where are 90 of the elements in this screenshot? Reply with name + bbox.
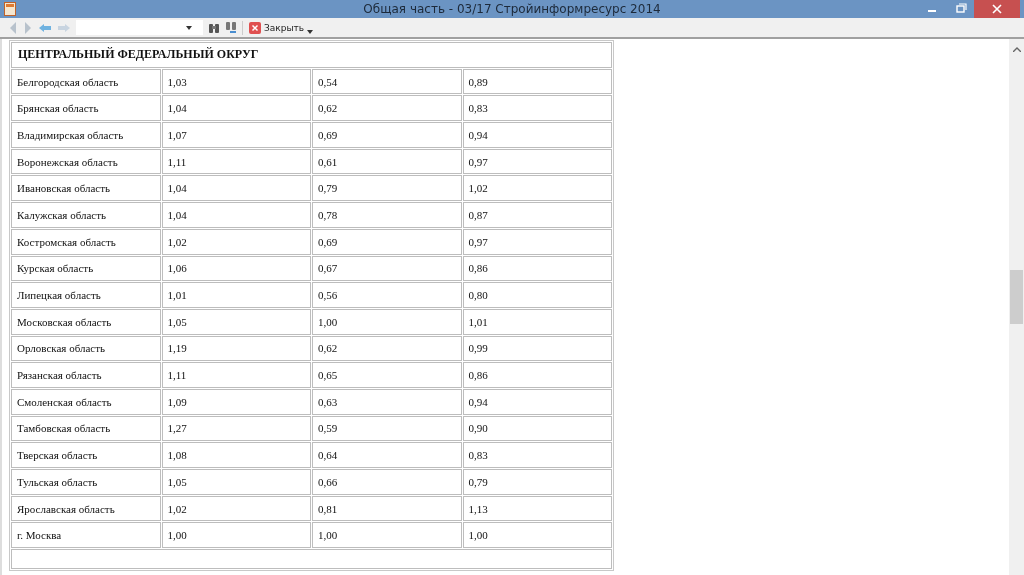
table-cell: 1,01 [161,282,311,308]
section-heading: ЦЕНТРАЛЬНЫЙ ФЕДЕРАЛЬНЫЙ ОКРУГ [11,42,612,68]
table-cell: 1,00 [312,308,462,335]
table-cell: 0,94 [462,388,612,415]
table-cell: Владимирская область [11,122,161,148]
table-cell: Ивановская область [11,175,161,202]
window-title: Общая часть - 03/17 Стройинформресурс 2014 [363,2,661,16]
table-cell: 0,69 [312,122,462,148]
close-icon [249,21,261,34]
table-cell: 0,87 [462,202,612,228]
table-cell: 1,19 [161,335,311,362]
table-cell: Тверская область [11,442,161,468]
table-cell: Рязанская область [11,362,161,388]
table-cell: Липецкая область [11,282,161,308]
scroll-up-icon[interactable] [1013,47,1021,52]
table-cell: 1,00 [462,522,612,549]
table-cell: 1,01 [462,308,612,335]
address-field[interactable] [76,20,203,35]
app-icon [4,2,16,16]
dropdown-icon[interactable] [186,25,192,30]
dropdown-icon[interactable] [307,29,314,34]
table-cell: 1,11 [161,148,311,175]
table-cell: 0,66 [312,469,462,495]
table-cell: Курская область [11,255,161,282]
table-cell: 1,04 [161,202,311,228]
table-cell: 0,90 [462,415,612,442]
table-cell: Белгородская область [11,68,161,95]
close-button[interactable]: Закрыть [248,21,306,34]
scrollbar[interactable] [1009,39,1024,575]
table-cell: Московская область [11,308,161,335]
table-cell: Калужская область [11,202,161,228]
close-icon[interactable] [974,0,1020,18]
table-cell: 0,86 [462,255,612,282]
table-cell: 1,27 [161,415,311,442]
table-cell: Ярославская область [11,495,161,522]
table-cell: 0,81 [312,495,462,522]
table-cell: 0,94 [462,122,612,148]
table-cell: 1,04 [161,175,311,202]
table-cell: 0,78 [312,202,462,228]
table-cell: 0,62 [312,95,462,122]
table-cell: 0,64 [312,442,462,468]
table-cell: 0,79 [462,469,612,495]
back-icon[interactable] [8,20,18,35]
table-cell: 0,63 [312,388,462,415]
table-cell: 0,59 [312,415,462,442]
table-cell: 0,62 [312,335,462,362]
table-cell: 1,03 [161,68,311,95]
table-cell: Воронежская область [11,148,161,175]
table-cell: Тульская область [11,469,161,495]
table-cell: 0,69 [312,228,462,255]
binoculars-icon[interactable] [208,21,220,34]
table-cell: 1,06 [161,255,311,282]
table-cell: 0,80 [462,282,612,308]
table-cell: 0,83 [462,442,612,468]
table-cell: 0,97 [462,228,612,255]
table-cell: 1,07 [161,122,311,148]
table-cell: 0,97 [462,148,612,175]
table-cell: 0,61 [312,148,462,175]
table-cell: Тамбовская область [11,415,161,442]
table-cell: Смоленская область [11,388,161,415]
table-cell: 0,99 [462,335,612,362]
table-cell: 1,05 [161,469,311,495]
table-cell: Брянская область [11,95,161,122]
arrow-right-icon[interactable] [57,22,71,33]
table-cell: 1,02 [161,228,311,255]
table-cell: 0,86 [462,362,612,388]
binoculars-icon[interactable] [225,21,237,34]
table-cell: 0,79 [312,175,462,202]
scrollbar-thumb[interactable] [1010,270,1023,324]
table-cell: г. Москва [11,522,161,549]
table-cell: 1,00 [312,522,462,549]
table-cell: Костромская область [11,228,161,255]
table-cell: 0,56 [312,282,462,308]
arrow-left-icon[interactable] [38,22,52,33]
table-cell: 1,13 [462,495,612,522]
table-cell: 1,11 [161,362,311,388]
table-cell: 1,02 [462,175,612,202]
table-cell: 0,89 [462,68,612,95]
table-cell: 0,83 [462,95,612,122]
table-cell: 1,05 [161,308,311,335]
table-cell: 1,04 [161,95,311,122]
forward-icon[interactable] [23,20,33,35]
table-cell: 1,02 [161,495,311,522]
table-cell: 0,67 [312,255,462,282]
table-cell: 1,00 [161,522,311,549]
table-cell: 0,54 [312,68,462,95]
table-cell: Орловская область [11,335,161,362]
table-cell: 1,09 [161,388,311,415]
table-cell: 1,08 [161,442,311,468]
table-cell: 0,65 [312,362,462,388]
